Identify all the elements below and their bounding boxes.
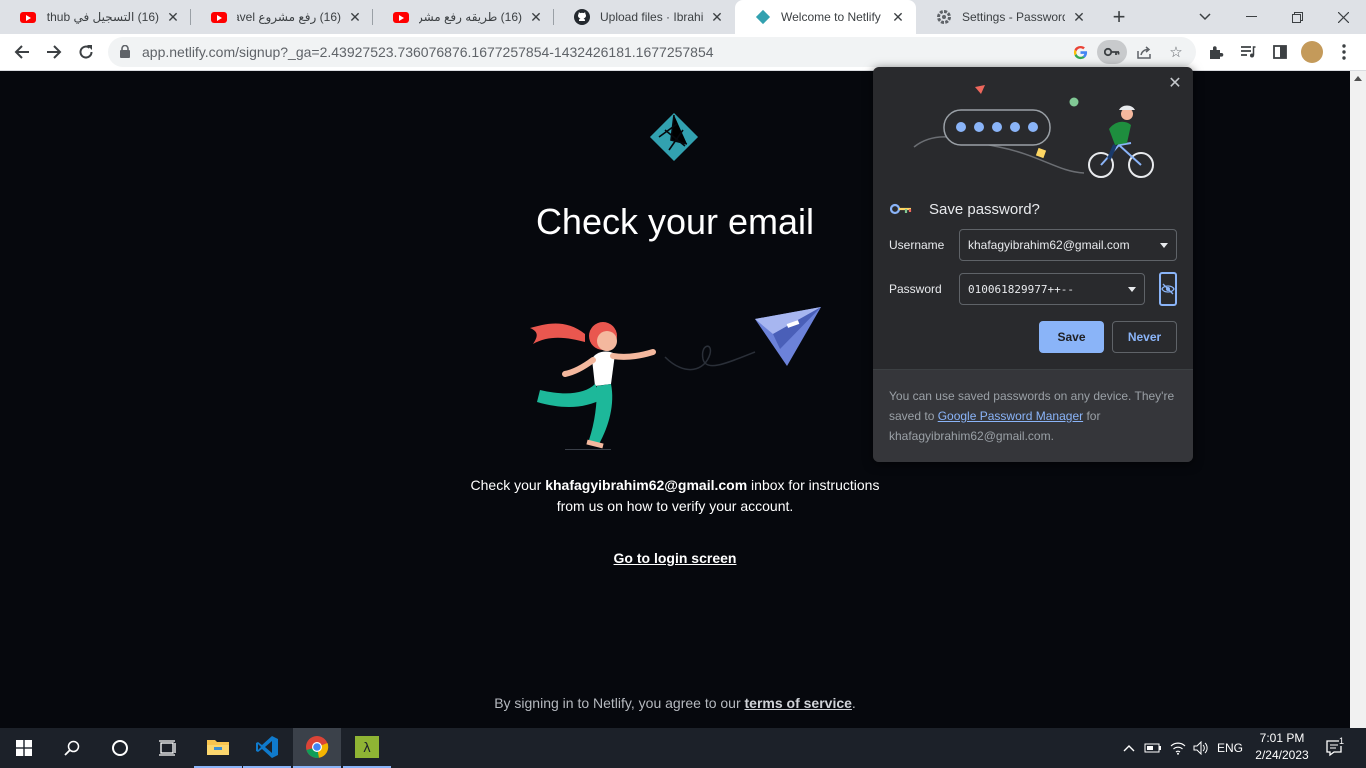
- email-text: khafagyibrahim62@gmail.com: [545, 477, 748, 493]
- tab-search-button[interactable]: [1182, 0, 1228, 34]
- tab-youtube-upload[interactable]: (16) طريقه رفع مشروع ✕: [373, 0, 554, 34]
- bookmark-star-icon[interactable]: ☆: [1164, 40, 1188, 64]
- tab-github-upload[interactable]: Upload files · IbrahimK ✕: [554, 0, 735, 34]
- google-icon[interactable]: [1068, 40, 1092, 64]
- verification-message: Check your khafagyibrahim62@gmail.com in…: [470, 477, 880, 514]
- close-icon[interactable]: ✕: [165, 9, 181, 25]
- tab-netlify[interactable]: Welcome to Netlify | N ✕: [735, 0, 916, 34]
- search-icon[interactable]: [48, 728, 96, 768]
- password-illustration: [913, 85, 1154, 178]
- tab-title: Settings - Password M: [962, 10, 1065, 24]
- go-to-login-link[interactable]: Go to login screen: [614, 550, 737, 566]
- chrome-icon[interactable]: [293, 728, 341, 768]
- back-button[interactable]: [8, 38, 36, 66]
- cortana-icon[interactable]: [96, 728, 144, 768]
- terms-notice: By signing in to Netlify, you agree to o…: [494, 695, 856, 711]
- password-field[interactable]: 010061829977++--: [959, 273, 1145, 305]
- new-tab-button[interactable]: +: [1106, 4, 1132, 30]
- dropdown-arrow-icon: [1128, 287, 1136, 292]
- youtube-icon: [211, 9, 227, 25]
- restore-button[interactable]: [1274, 0, 1320, 34]
- menu-icon[interactable]: [1332, 40, 1356, 64]
- hide-password-icon[interactable]: [1159, 272, 1177, 306]
- close-icon[interactable]: ✕: [890, 9, 906, 25]
- reload-button[interactable]: [72, 38, 100, 66]
- file-explorer-icon[interactable]: [194, 728, 242, 768]
- forward-button[interactable]: [40, 38, 68, 66]
- language-indicator[interactable]: ENG: [1212, 728, 1248, 768]
- popup-title: Save password?: [929, 201, 1040, 218]
- side-panel-icon[interactable]: [1268, 40, 1292, 64]
- username-field[interactable]: khafagyibrahim62@gmail.com: [959, 229, 1177, 261]
- tab-title: Upload files · IbrahimK: [600, 10, 703, 24]
- page-scrollbar[interactable]: [1350, 71, 1366, 728]
- close-icon[interactable]: ✕: [347, 9, 363, 25]
- tab-youtube-laravel[interactable]: (16) رفع مشروع laravel ✕: [191, 0, 373, 34]
- save-button[interactable]: Save: [1039, 321, 1104, 353]
- github-icon: [574, 9, 590, 25]
- dropdown-arrow-icon: [1160, 243, 1168, 248]
- lock-icon[interactable]: [119, 44, 131, 58]
- clock-time: 7:01 PM: [1259, 731, 1305, 745]
- browser-toolbar: app.netlify.com/signup?_ga=2.43927523.73…: [0, 34, 1366, 71]
- tab-title: (16) رفع مشروع laravel: [237, 10, 341, 24]
- tab-strip: (16) التسجيل في github ✕ (16) رفع مشروع …: [0, 0, 1366, 34]
- start-button[interactable]: [0, 728, 48, 768]
- terms-of-service-link[interactable]: terms of service: [745, 695, 852, 711]
- save-password-popup: ✕ Save password? Username khafagyibrahim…: [873, 67, 1193, 462]
- clock-date: 2/24/2023: [1255, 748, 1309, 762]
- password-label: Password: [889, 282, 942, 296]
- netlify-icon: [755, 9, 771, 25]
- key-icon[interactable]: [1097, 40, 1127, 64]
- minimize-button[interactable]: [1228, 0, 1274, 34]
- never-button[interactable]: Never: [1112, 321, 1177, 353]
- password-value: 010061829977++--: [968, 282, 1074, 296]
- task-view-icon[interactable]: [144, 728, 192, 768]
- profile-avatar[interactable]: [1300, 40, 1324, 64]
- clock[interactable]: 7:01 PM 2/24/2023: [1244, 730, 1320, 764]
- netlify-logo: [649, 112, 699, 162]
- youtube-icon: [20, 9, 36, 25]
- close-window-button[interactable]: [1320, 0, 1366, 34]
- google-key-icon: [890, 203, 912, 215]
- tab-youtube-github[interactable]: (16) التسجيل في github ✕: [0, 0, 191, 34]
- volume-icon[interactable]: [1190, 728, 1212, 768]
- terminal-app-icon[interactable]: λ: [343, 728, 391, 768]
- extensions-icon[interactable]: [1204, 40, 1228, 64]
- google-password-manager-link[interactable]: Google Password Manager: [938, 409, 1083, 423]
- login-link-container: Go to login screen: [0, 550, 1350, 568]
- svg-text:λ: λ: [363, 741, 371, 756]
- wifi-icon[interactable]: [1166, 728, 1190, 768]
- close-icon[interactable]: ✕: [1165, 73, 1185, 93]
- notification-icon[interactable]: 1: [1318, 728, 1350, 768]
- girl-paper-plane-illustration: [530, 307, 821, 450]
- battery-icon[interactable]: [1142, 728, 1164, 768]
- url-text: app.netlify.com/signup?_ga=2.43927523.73…: [142, 44, 714, 60]
- tab-title: (16) طريقه رفع مشروع: [419, 10, 522, 24]
- close-icon[interactable]: ✕: [1071, 9, 1087, 25]
- close-icon[interactable]: ✕: [709, 9, 725, 25]
- username-label: Username: [889, 238, 945, 252]
- media-control-icon[interactable]: [1236, 40, 1260, 64]
- vscode-icon[interactable]: [243, 728, 291, 768]
- tab-title: (16) التسجيل في github: [46, 10, 159, 24]
- username-value: khafagyibrahim62@gmail.com: [968, 238, 1130, 252]
- tab-settings-passwords[interactable]: Settings - Password M ✕: [916, 0, 1097, 34]
- chevron-up-icon[interactable]: [1118, 728, 1140, 768]
- popup-footer: You can use saved passwords on any devic…: [873, 369, 1193, 462]
- youtube-icon: [393, 9, 409, 25]
- tab-title: Welcome to Netlify | N: [781, 10, 884, 24]
- share-icon[interactable]: [1132, 40, 1156, 64]
- address-bar[interactable]: app.netlify.com/signup?_ga=2.43927523.73…: [108, 37, 1196, 67]
- windows-taskbar: λ ENG 7:01 PM 2/24/2023 1: [0, 728, 1366, 768]
- notification-count: 1: [1338, 736, 1344, 746]
- close-icon[interactable]: ✕: [528, 9, 544, 25]
- gear-icon: [936, 9, 952, 25]
